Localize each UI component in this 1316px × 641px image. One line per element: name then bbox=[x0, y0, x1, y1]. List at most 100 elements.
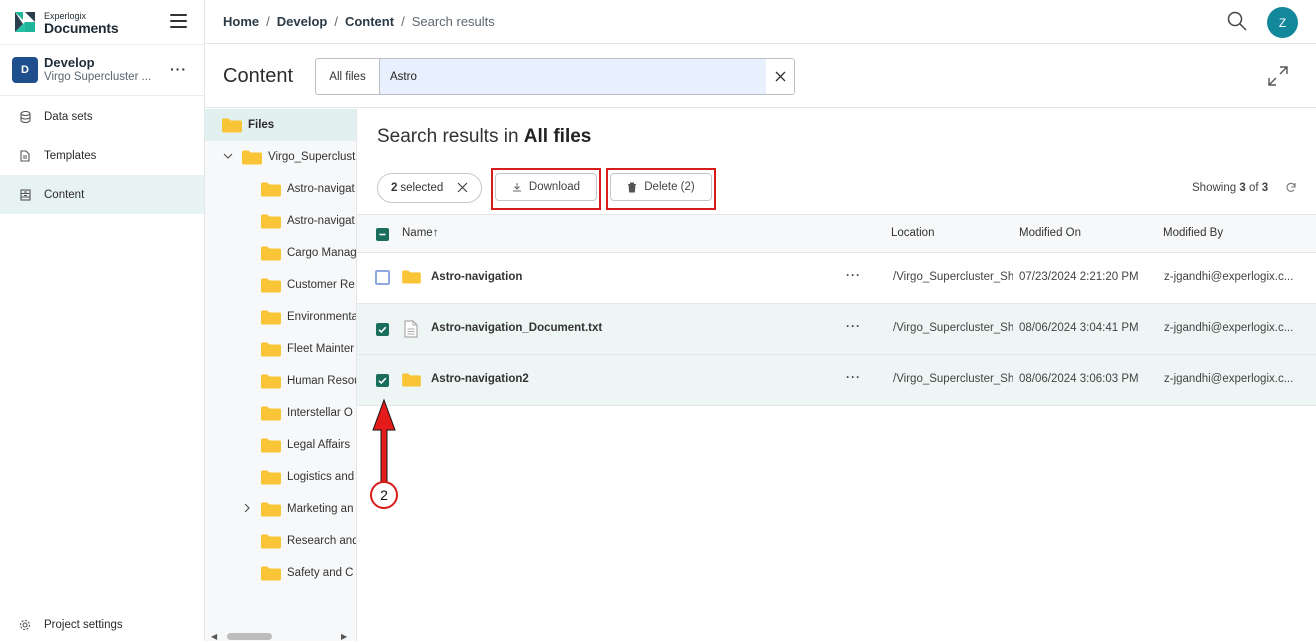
breadcrumb-content[interactable]: Content bbox=[345, 14, 394, 29]
scroll-left-icon[interactable]: ◀ bbox=[211, 632, 217, 641]
tree-item[interactable]: Logistics and bbox=[205, 461, 356, 493]
search-results-panel: Search results in All files 2 selected D… bbox=[357, 109, 1316, 641]
tree-item[interactable]: Safety and C bbox=[205, 557, 356, 589]
row-more-icon[interactable]: ··· bbox=[846, 268, 861, 282]
folder-icon bbox=[261, 342, 281, 356]
results-title-scope: All files bbox=[523, 126, 592, 147]
brand-bottom: Documents bbox=[44, 20, 119, 36]
column-header-modified-by[interactable]: Modified By bbox=[1163, 227, 1223, 239]
expand-icon[interactable] bbox=[1267, 65, 1289, 87]
row-name[interactable]: Astro-navigation bbox=[431, 271, 522, 283]
row-checkbox[interactable] bbox=[376, 323, 389, 336]
hamburger-menu-icon[interactable] bbox=[170, 14, 187, 28]
scrollbar-thumb[interactable] bbox=[227, 633, 272, 640]
avatar[interactable]: Z bbox=[1267, 7, 1298, 38]
folder-tree: Files Virgo_Superclust Astro-navigat Astr… bbox=[205, 109, 357, 641]
gear-icon bbox=[19, 619, 31, 631]
row-modified-on: 08/06/2024 3:04:41 PM bbox=[1019, 322, 1139, 334]
tree-item[interactable]: Astro-navigat bbox=[205, 205, 356, 237]
tree-item[interactable]: Astro-navigat bbox=[205, 173, 356, 205]
breadcrumb-develop[interactable]: Develop bbox=[277, 14, 328, 29]
table-row[interactable]: Astro-navigation2 ··· /Virgo_Supercluste… bbox=[357, 355, 1316, 406]
tree-item[interactable]: Human Resou bbox=[205, 365, 356, 397]
tree-item[interactable]: Marketing an bbox=[205, 493, 356, 525]
chevron-right-icon[interactable] bbox=[244, 503, 251, 516]
sidebar-item-templates[interactable]: Templates bbox=[0, 136, 204, 175]
selected-count: 2 bbox=[391, 182, 398, 194]
tree-item[interactable]: Cargo Manag bbox=[205, 237, 356, 269]
result-count: Showing 3 of 3 bbox=[1192, 182, 1269, 194]
selected-label: selected bbox=[400, 182, 444, 194]
table-row[interactable]: Astro-navigation_Document.txt ··· /Virgo… bbox=[357, 304, 1316, 355]
sort-ascending-icon: ↑ bbox=[432, 227, 439, 239]
file-icon bbox=[404, 320, 418, 338]
top-bar: Home / Develop / Content / Search result… bbox=[205, 0, 1316, 44]
tree-item-label: Legal Affairs bbox=[287, 439, 351, 451]
delete-button[interactable]: Delete (2) bbox=[610, 173, 712, 201]
folder-icon bbox=[261, 438, 281, 452]
folder-icon bbox=[261, 470, 281, 484]
column-header-location[interactable]: Location bbox=[891, 227, 934, 239]
row-checkbox[interactable] bbox=[375, 270, 390, 285]
folder-icon bbox=[261, 406, 281, 420]
tree-item-label: Cargo Manag bbox=[287, 247, 357, 259]
breadcrumb-current: Search results bbox=[411, 14, 495, 29]
tree-item-label: Astro-navigat bbox=[287, 183, 355, 195]
chevron-down-icon[interactable] bbox=[223, 152, 233, 163]
row-modified-by: z-jgandhi@experlogix.c... bbox=[1164, 322, 1294, 334]
search-bar: All files bbox=[315, 58, 795, 95]
folder-icon bbox=[261, 278, 281, 292]
tree-item-label: Fleet Mainter bbox=[287, 343, 355, 355]
tree-item-label: Interstellar O bbox=[287, 407, 353, 419]
refresh-icon[interactable] bbox=[1285, 182, 1297, 194]
project-subtitle: Virgo Supercluster ... bbox=[44, 71, 152, 83]
search-icon[interactable] bbox=[1227, 11, 1247, 31]
archive-icon bbox=[19, 188, 31, 201]
sidebar-item-data-sets[interactable]: Data sets bbox=[0, 97, 204, 136]
clear-selection-icon[interactable] bbox=[457, 182, 468, 193]
sidebar-item-content[interactable]: Content bbox=[0, 175, 204, 214]
scroll-right-icon[interactable]: ▶ bbox=[341, 632, 347, 641]
row-name[interactable]: Astro-navigation2 bbox=[431, 373, 529, 385]
tree-item[interactable]: Legal Affairs bbox=[205, 429, 356, 461]
delete-label: Delete (2) bbox=[644, 181, 695, 193]
download-button[interactable]: Download bbox=[495, 173, 597, 201]
project-badge: D bbox=[12, 57, 38, 83]
column-header-modified-on[interactable]: Modified On bbox=[1019, 227, 1081, 239]
tree-item-label: Customer Re bbox=[287, 279, 355, 291]
close-icon bbox=[775, 71, 785, 82]
project-settings-link[interactable]: Project settings bbox=[0, 611, 204, 639]
tree-root-files[interactable]: Files bbox=[205, 109, 356, 141]
column-header-name[interactable]: Name↑ bbox=[402, 227, 438, 239]
tree-item-parent[interactable]: Virgo_Superclust bbox=[205, 141, 356, 173]
tree-item[interactable]: Research and bbox=[205, 525, 356, 557]
tree-item[interactable]: Fleet Mainter bbox=[205, 333, 356, 365]
row-name[interactable]: Astro-navigation_Document.txt bbox=[431, 322, 602, 334]
row-location: /Virgo_Supercluster_Sh bbox=[893, 373, 1013, 385]
download-label: Download bbox=[528, 181, 581, 193]
folder-icon bbox=[261, 214, 281, 228]
tree-item[interactable]: Interstellar O bbox=[205, 397, 356, 429]
document-icon bbox=[19, 149, 31, 162]
project-switcher[interactable]: D Develop Virgo Supercluster ... ··· bbox=[0, 44, 204, 96]
row-more-icon[interactable]: ··· bbox=[846, 319, 861, 333]
select-all-checkbox[interactable] bbox=[376, 228, 389, 241]
selection-pill[interactable]: 2 selected bbox=[377, 173, 482, 203]
tree-item-label: Safety and C bbox=[287, 567, 354, 579]
download-icon bbox=[512, 183, 521, 192]
tree-item[interactable]: Customer Re bbox=[205, 269, 356, 301]
row-more-icon[interactable]: ··· bbox=[846, 370, 861, 384]
table-row[interactable]: Astro-navigation ··· /Virgo_Supercluster… bbox=[357, 253, 1316, 304]
search-scope-selector[interactable]: All files bbox=[316, 59, 380, 94]
search-input[interactable] bbox=[380, 59, 766, 94]
tree-item[interactable]: Environmenta bbox=[205, 301, 356, 333]
breadcrumb-home[interactable]: Home bbox=[223, 14, 259, 29]
row-location: /Virgo_Supercluster_Sh bbox=[893, 322, 1013, 334]
tree-item-label: Research and bbox=[287, 535, 357, 547]
project-more-icon[interactable]: ··· bbox=[170, 61, 187, 77]
row-checkbox[interactable] bbox=[376, 374, 389, 387]
folder-icon bbox=[261, 566, 281, 580]
clear-search-button[interactable] bbox=[766, 59, 794, 94]
horizontal-scrollbar[interactable]: ◀ ▶ bbox=[205, 631, 356, 641]
sidebar-item-label: Content bbox=[44, 188, 85, 201]
